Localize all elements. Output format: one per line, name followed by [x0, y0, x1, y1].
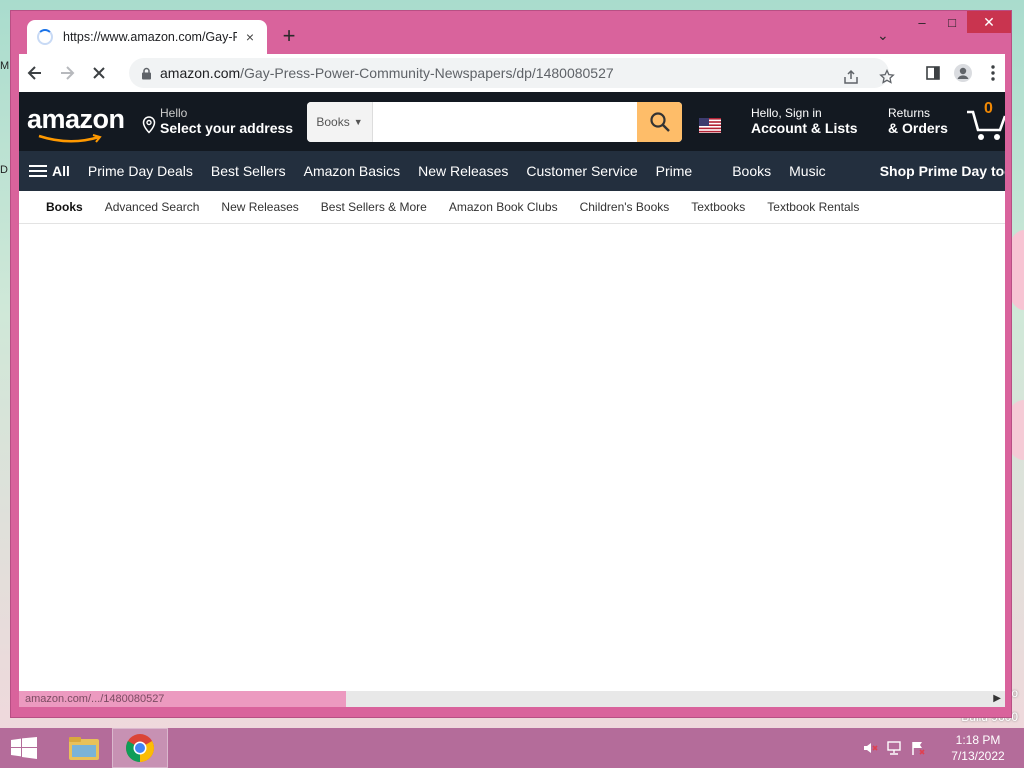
action-center-flag-icon[interactable] [906, 736, 930, 760]
amazon-logo[interactable]: amazon [27, 104, 125, 135]
new-tab-button[interactable]: + [279, 25, 299, 47]
bookmark-button[interactable] [879, 62, 895, 92]
location-address: Select your address [160, 120, 294, 136]
minimize-button[interactable]: – [907, 11, 937, 33]
file-explorer-taskbar-button[interactable] [56, 728, 112, 768]
subnav-link[interactable]: Textbooks [680, 200, 756, 214]
scroll-right-icon[interactable]: ▶ [993, 693, 1001, 704]
search-bar: Books ▼ [307, 102, 682, 142]
horizontal-scrollbar[interactable]: amazon.com/.../1480080527 ▶ [19, 691, 1005, 707]
subnav-link[interactable]: Children's Books [569, 200, 681, 214]
nav-link[interactable]: Music [780, 163, 835, 179]
amazon-header: amazon Hello Select your address Books ▼ [19, 92, 1005, 151]
clock-time: 1:18 PM [955, 733, 1001, 747]
system-clock[interactable]: 1:18 PM 7/13/2022 [938, 732, 1018, 764]
page-content-area [19, 224, 1005, 694]
nav-link[interactable]: Books [723, 163, 780, 179]
tab-title: https://www.amazon.com/Gay-P [63, 30, 237, 44]
us-flag-icon[interactable] [699, 118, 721, 133]
back-button[interactable] [19, 57, 51, 89]
search-button[interactable] [637, 102, 682, 142]
side-panel-button[interactable] [917, 57, 949, 89]
search-category-dropdown[interactable]: Books ▼ [307, 102, 373, 142]
deliver-to-location[interactable]: Hello Select your address [141, 106, 293, 136]
lock-icon [142, 67, 151, 79]
hamburger-icon [29, 162, 47, 180]
tab-strip: https://www.amazon.com/Gay-P × + ⌄ – □ ✕ [11, 11, 1011, 54]
desktop-watermark: o [1011, 686, 1018, 700]
desktop-peek-text: M [0, 60, 10, 72]
browser-menu-button[interactable] [977, 57, 1009, 89]
nav-link[interactable]: Best Sellers [202, 163, 295, 179]
avatar-icon [954, 64, 972, 82]
share-button[interactable] [843, 62, 859, 92]
nav-link[interactable]: Prime Day Deals [79, 163, 202, 179]
forward-arrow-icon [61, 66, 75, 80]
subnav-link[interactable]: New Releases [210, 200, 309, 214]
main-navigation: All Prime Day Deals Best Sellers Amazon … [19, 151, 1005, 191]
back-arrow-icon [27, 66, 41, 80]
subnav-link[interactable]: Textbook Rentals [756, 200, 870, 214]
nav-link[interactable]: Prime [647, 163, 702, 179]
cart-button[interactable]: 0 [965, 100, 1005, 144]
nav-link[interactable]: Amazon Basics [295, 163, 409, 179]
star-icon [879, 69, 895, 84]
cart-count: 0 [984, 100, 993, 117]
share-icon [844, 69, 858, 84]
search-input[interactable] [373, 102, 637, 142]
amazon-smile-icon [38, 134, 102, 143]
tab-close-icon[interactable]: × [243, 29, 257, 45]
more-vertical-icon [991, 65, 995, 81]
windows-logo-icon [11, 737, 37, 759]
books-subnav: Books Advanced Search New Releases Best … [19, 191, 1005, 224]
status-url-tooltip: amazon.com/.../1480080527 [19, 691, 346, 707]
location-pin-icon [142, 116, 156, 134]
system-tray: 1:18 PM 7/13/2022 [858, 728, 1024, 768]
stop-loading-button[interactable] [83, 57, 115, 89]
tab-search-button[interactable]: ⌄ [877, 27, 889, 44]
browser-toolbar: amazon.com/Gay-Press-Power-Community-New… [19, 54, 1005, 92]
all-menu-button[interactable]: All [19, 162, 79, 180]
desktop-peek-text: D [0, 164, 8, 176]
volume-muted-icon[interactable] [858, 736, 882, 760]
stop-icon [93, 67, 105, 79]
side-panel-icon [926, 66, 940, 80]
browser-window: https://www.amazon.com/Gay-P × + ⌄ – □ ✕… [10, 10, 1012, 718]
network-icon[interactable] [882, 736, 906, 760]
profile-button[interactable] [947, 57, 979, 89]
nav-link[interactable]: Customer Service [517, 163, 646, 179]
start-button[interactable] [0, 728, 48, 768]
folder-icon [69, 737, 99, 760]
address-bar[interactable]: amazon.com/Gay-Press-Power-Community-New… [129, 58, 895, 88]
subnav-link[interactable]: Amazon Book Clubs [438, 200, 569, 214]
loading-spinner-icon [37, 29, 53, 45]
chrome-icon [126, 734, 154, 762]
maximize-button[interactable]: □ [937, 11, 967, 33]
subnav-link[interactable]: Best Sellers & More [310, 200, 438, 214]
location-hello: Hello [160, 106, 188, 120]
close-window-button[interactable]: ✕ [967, 11, 1011, 33]
clock-date: 7/13/2022 [951, 749, 1005, 763]
amazon-page: amazon Hello Select your address Books ▼ [19, 92, 1005, 695]
subnav-link[interactable]: Books [35, 200, 94, 214]
returns-orders[interactable]: Returns & Orders [888, 106, 948, 136]
nav-link[interactable]: New Releases [409, 163, 517, 179]
chrome-taskbar-button[interactable] [112, 728, 168, 768]
search-icon [649, 112, 670, 132]
account-lists[interactable]: Hello, Sign in Account & Lists [751, 106, 858, 136]
prime-day-promo-link[interactable]: Shop Prime Day today [871, 163, 1005, 179]
subnav-link[interactable]: Advanced Search [94, 200, 211, 214]
browser-tab[interactable]: https://www.amazon.com/Gay-P × [27, 20, 267, 54]
windows-taskbar: 1:18 PM 7/13/2022 [0, 728, 1024, 768]
forward-button[interactable] [51, 57, 83, 89]
caret-down-icon: ▼ [353, 117, 363, 127]
address-url: amazon.com/Gay-Press-Power-Community-New… [160, 65, 614, 81]
